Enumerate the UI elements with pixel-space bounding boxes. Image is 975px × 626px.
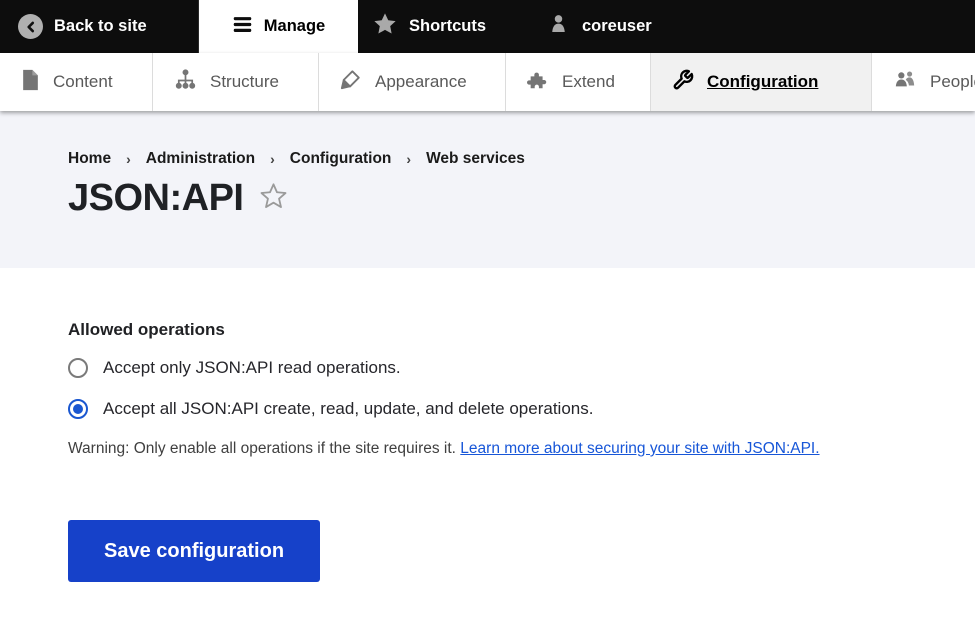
breadcrumb-home[interactable]: Home: [68, 150, 111, 168]
radio-unselected-icon[interactable]: [68, 358, 88, 378]
tab-structure-label: Structure: [210, 72, 279, 92]
tab-configuration-label: Configuration: [707, 72, 818, 92]
tab-configuration[interactable]: Configuration: [650, 53, 871, 111]
tab-people[interactable]: People: [871, 53, 975, 111]
warning-text: Warning: Only enable all operations if t…: [68, 440, 975, 458]
two-people-icon: [893, 69, 917, 96]
star-outline-icon[interactable]: [258, 181, 289, 217]
sitemap-icon: [174, 68, 197, 96]
save-configuration-button[interactable]: Save configuration: [68, 520, 320, 582]
tab-people-label: People: [930, 72, 975, 92]
back-to-site-button[interactable]: Back to site: [0, 0, 199, 53]
username-label: coreuser: [582, 17, 652, 36]
hamburger-menu-icon: [232, 14, 253, 40]
chevron-left-circle-icon: [18, 14, 43, 39]
tab-content-label: Content: [53, 72, 113, 92]
radio-option-all-operations[interactable]: Accept all JSON:API create, read, update…: [68, 399, 975, 419]
tab-extend-label: Extend: [562, 72, 615, 92]
paintbrush-icon: [340, 69, 362, 96]
radio-option-read-only[interactable]: Accept only JSON:API read operations.: [68, 358, 975, 378]
breadcrumb-administration[interactable]: Administration: [146, 150, 255, 168]
admin-toolbar: Content Structure Appearance Extend Conf…: [0, 53, 975, 111]
breadcrumb-separator: ›: [126, 151, 131, 167]
radio-option-read-only-label: Accept only JSON:API read operations.: [103, 358, 401, 378]
manage-label: Manage: [264, 17, 325, 36]
radio-selected-icon[interactable]: [68, 399, 88, 419]
tab-structure[interactable]: Structure: [152, 53, 318, 111]
learn-more-link[interactable]: Learn more about securing your site with…: [460, 440, 819, 457]
back-to-site-label: Back to site: [54, 17, 147, 36]
page-title: JSON:API: [68, 177, 243, 220]
manage-tab[interactable]: Manage: [199, 0, 358, 53]
admin-topbar: Back to site Manage Shortcuts coreuser: [0, 0, 975, 53]
radio-option-all-operations-label: Accept all JSON:API create, read, update…: [103, 399, 593, 419]
shortcuts-label: Shortcuts: [409, 17, 486, 36]
file-icon: [21, 69, 40, 96]
warning-message: Warning: Only enable all operations if t…: [68, 440, 456, 457]
user-menu[interactable]: coreuser: [520, 0, 652, 53]
puzzle-piece-icon: [527, 69, 549, 96]
tab-content[interactable]: Content: [0, 53, 152, 111]
breadcrumb-configuration[interactable]: Configuration: [290, 150, 392, 168]
star-icon: [372, 11, 398, 42]
tab-appearance-label: Appearance: [375, 72, 467, 92]
shortcuts-button[interactable]: Shortcuts: [358, 0, 520, 53]
breadcrumb-separator: ›: [406, 151, 411, 167]
breadcrumb-web-services[interactable]: Web services: [426, 150, 525, 168]
jsonapi-config-form: Allowed operations Accept only JSON:API …: [0, 268, 975, 582]
breadcrumb-separator: ›: [270, 151, 275, 167]
wrench-icon: [672, 69, 694, 96]
person-icon: [546, 12, 571, 42]
tab-appearance[interactable]: Appearance: [318, 53, 505, 111]
allowed-operations-label: Allowed operations: [68, 320, 975, 340]
breadcrumb: Home › Administration › Configuration › …: [68, 150, 975, 168]
page-header: Home › Administration › Configuration › …: [0, 111, 975, 268]
tab-extend[interactable]: Extend: [505, 53, 650, 111]
